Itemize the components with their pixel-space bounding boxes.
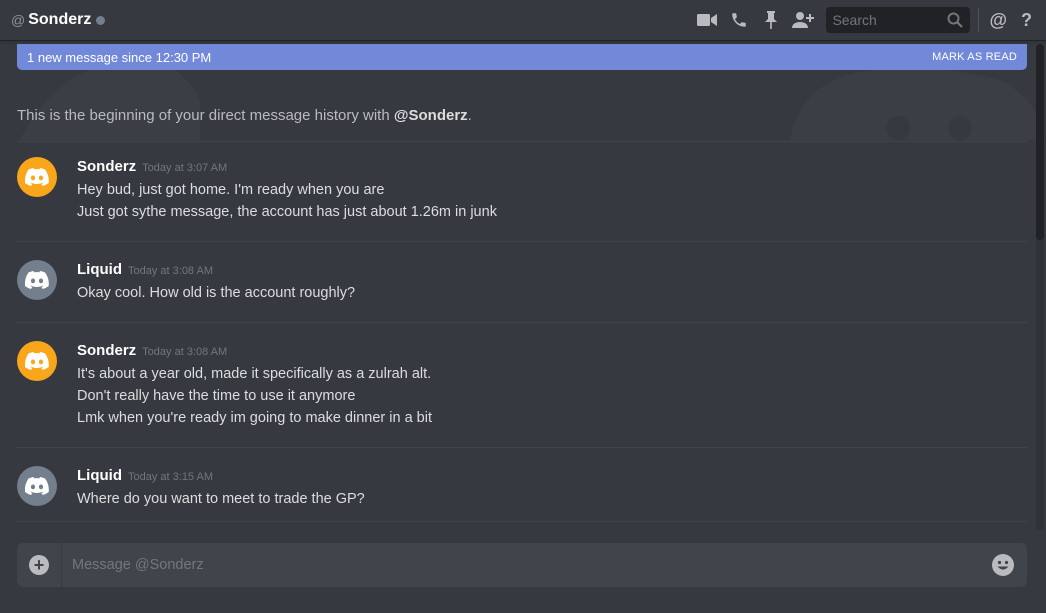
username[interactable]: Liquid (77, 261, 122, 278)
upload-button[interactable]: + (17, 543, 62, 587)
help-icon[interactable]: ? (1021, 10, 1032, 31)
voice-call-icon[interactable] (728, 9, 750, 31)
discord-logo-icon (25, 271, 49, 289)
message-divider (17, 141, 1027, 142)
scrollbar-thumb[interactable] (1036, 44, 1044, 240)
header-toolbar: @ ? (696, 0, 1046, 40)
intro-mention[interactable]: @Sonderz (394, 107, 468, 124)
mention-icon[interactable]: @ (989, 10, 1007, 31)
timestamp: Today at 3:08 AM (142, 346, 228, 358)
timestamp: Today at 3:15 AM (128, 471, 213, 483)
new-messages-text: 1 new message since 12:30 PM (27, 49, 212, 65)
plus-icon: + (29, 555, 49, 575)
discord-logo-icon (25, 168, 49, 186)
message-header: Sonderz Today at 3:07 AM (77, 158, 227, 175)
message-divider (17, 447, 1027, 448)
intro-suffix: . (467, 107, 472, 124)
add-friend-icon[interactable] (792, 9, 815, 31)
search-icon (947, 12, 964, 33)
message-text: Just got sythe message, the account has … (77, 204, 497, 220)
avatar[interactable] (17, 260, 57, 300)
emoji-icon[interactable] (991, 553, 1015, 577)
discord-logo-icon (25, 477, 49, 495)
message-list: This is the beginning of your direct mes… (0, 40, 1034, 530)
search-box[interactable] (826, 7, 971, 33)
scrollbar-track[interactable] (1036, 44, 1044, 530)
avatar[interactable] (17, 466, 57, 506)
header-divider (978, 8, 980, 32)
message-composer: + (17, 543, 1027, 587)
timestamp: Today at 3:08 AM (128, 265, 213, 277)
username[interactable]: Liquid (77, 467, 122, 484)
timestamp: Today at 3:07 AM (142, 162, 228, 174)
message-header: Liquid Today at 3:08 AM (77, 261, 213, 278)
mark-as-read-button[interactable]: MARK AS READ (932, 51, 1017, 63)
intro-text: This is the beginning of your direct mes… (17, 107, 394, 124)
message-text: Lmk when you're ready im going to make d… (77, 410, 432, 426)
message-text: It's about a year old, made it specifica… (77, 366, 432, 382)
message-text: Where do you want to meet to trade the G… (77, 491, 365, 507)
message-text: Don't really have the time to use it any… (77, 388, 356, 404)
message-header: Sonderz Today at 3:08 AM (77, 342, 227, 359)
pin-icon[interactable] (760, 9, 782, 31)
channel-header: @ Sonderz @ ? (0, 0, 1046, 40)
message-input[interactable] (62, 554, 991, 576)
at-icon: @ (11, 12, 26, 28)
search-input[interactable] (826, 11, 945, 29)
message-divider (17, 521, 1027, 522)
username[interactable]: Sonderz (77, 342, 136, 359)
new-messages-bar[interactable]: 1 new message since 12:30 PM MARK AS REA… (17, 44, 1027, 70)
avatar[interactable] (17, 157, 57, 197)
channel-title: Sonderz (28, 11, 92, 28)
message-text: Hey bud, just got home. I'm ready when y… (77, 182, 385, 198)
avatar[interactable] (17, 341, 57, 381)
message-header: Liquid Today at 3:15 AM (77, 467, 213, 484)
message-divider (17, 322, 1027, 323)
discord-logo-icon (25, 352, 49, 370)
status-indicator (96, 16, 106, 25)
username[interactable]: Sonderz (77, 158, 136, 175)
video-call-icon[interactable] (696, 9, 718, 31)
message-divider (17, 241, 1027, 242)
message-text: Okay cool. How old is the account roughl… (77, 285, 356, 301)
conversation-intro: This is the beginning of your direct mes… (17, 107, 472, 124)
